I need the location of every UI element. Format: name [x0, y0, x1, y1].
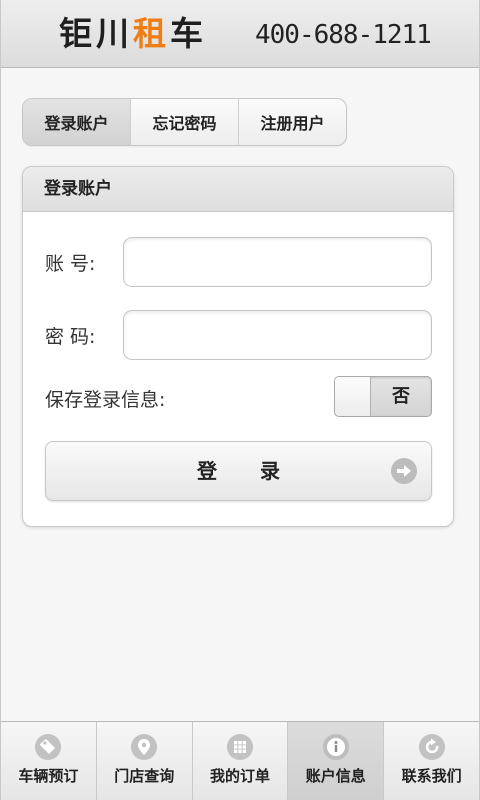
login-button[interactable]: 登 录 [45, 441, 432, 501]
nav-label: 联系我们 [401, 767, 462, 785]
toggle-state-text: 否 [392, 386, 410, 407]
nav-item-store-search[interactable]: 门店查询 [97, 722, 193, 800]
password-label: 密 码: [45, 326, 96, 348]
remember-login-label: 保存登录信息: [45, 389, 166, 411]
tab-register[interactable]: 注册用户 [239, 99, 346, 145]
bottom-nav: 车辆预订 门店查询 我的订单 账户信息 联系我们 [1, 721, 479, 800]
app-header: 钜川租车 400-688-1211 [1, 0, 479, 68]
brand-name-part1: 钜川 [59, 14, 133, 53]
nav-label: 门店查询 [114, 767, 175, 785]
remember-login-toggle[interactable]: 否 [334, 376, 432, 417]
nav-label: 车辆预订 [18, 767, 79, 785]
nav-label: 账户信息 [305, 767, 366, 785]
tab-forgot-password[interactable]: 忘记密码 [131, 99, 239, 145]
tab-login[interactable]: 登录账户 [23, 99, 131, 145]
info-icon [322, 734, 349, 760]
brand-name-part2: 车 [170, 14, 207, 53]
grid-icon [226, 734, 253, 760]
account-label: 账 号: [45, 253, 96, 275]
password-input[interactable] [123, 310, 432, 360]
brand-name-accent: 租 [133, 14, 170, 53]
nav-item-contact-us[interactable]: 联系我们 [384, 722, 479, 800]
login-card-title: 登录账户 [23, 167, 453, 212]
nav-item-account-info[interactable]: 账户信息 [288, 722, 385, 800]
location-pin-icon [131, 734, 158, 760]
hotline-number[interactable]: 400-688-1211 [255, 18, 432, 52]
account-input[interactable] [123, 237, 432, 287]
nav-label: 我的订单 [209, 767, 270, 785]
nav-item-vehicle-booking[interactable]: 车辆预订 [1, 722, 97, 800]
arrow-right-circle-icon [391, 458, 417, 484]
login-card: 登录账户 账 号: 密 码: 保存登录信息: 否 登 录 [22, 166, 454, 527]
nav-item-my-orders[interactable]: 我的订单 [193, 722, 289, 800]
toggle-knob[interactable] [335, 377, 371, 416]
brand-logo: 钜川租车 [59, 14, 207, 54]
account-tabs: 登录账户 忘记密码 注册用户 [22, 98, 347, 146]
login-button-label: 登 录 [197, 459, 298, 483]
tag-icon [35, 734, 62, 760]
refresh-arrow-icon [418, 734, 445, 760]
